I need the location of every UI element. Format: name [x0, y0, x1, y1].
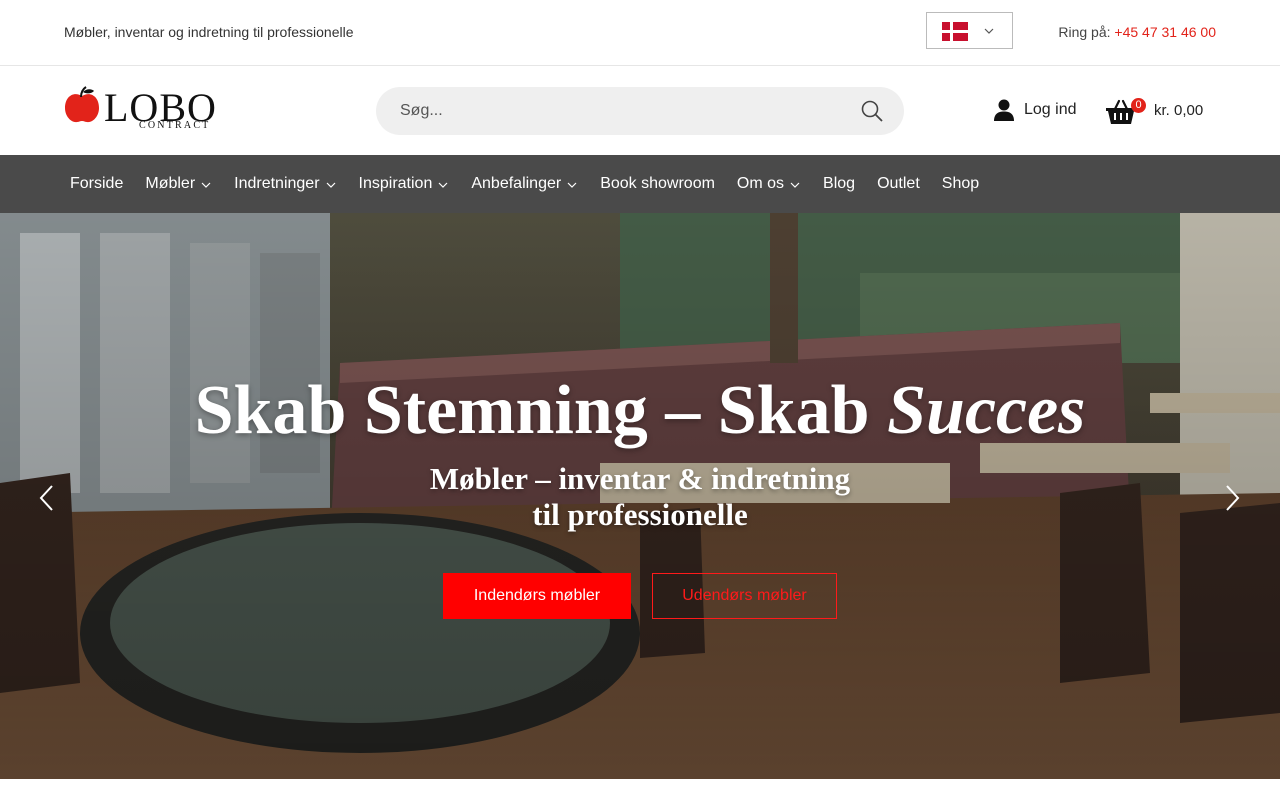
phone-label: Ring på: — [1058, 24, 1111, 40]
nav-item-label: Book showroom — [600, 175, 715, 192]
language-selector[interactable] — [926, 12, 1013, 49]
nav-item-label: Indretninger — [234, 175, 320, 192]
cart-count-badge: 0 — [1131, 98, 1146, 113]
apple-logo-icon — [65, 86, 99, 123]
nav-item-forside[interactable]: Forside — [70, 175, 123, 193]
nav-item-label: Forside — [70, 175, 124, 192]
nav-item-label: Møbler — [145, 175, 196, 192]
chevron-down-icon — [438, 182, 448, 188]
nav-item-label: Anbefalinger — [471, 175, 562, 192]
nav-item-om-os[interactable]: Om os — [737, 175, 801, 193]
nav-item-label: Shop — [941, 175, 980, 192]
logo-subtitle: CONTRACT — [139, 120, 211, 131]
outdoor-furniture-button[interactable]: Udendørs møbler — [652, 573, 837, 619]
nav-item-outlet[interactable]: Outlet — [877, 175, 920, 193]
chevron-down-icon — [567, 182, 577, 188]
nav-item-inspiration[interactable]: Inspiration — [359, 175, 450, 193]
chevron-down-icon — [790, 182, 800, 188]
cart-button[interactable]: 0 kr. 0,00 — [1106, 97, 1216, 127]
nav-item-label: Om os — [736, 175, 785, 192]
hero-title-main: Skab Stemning – Skab — [194, 372, 888, 449]
hero-slider: Skab Stemning – Skab Succes Møbler – inv… — [0, 213, 1280, 779]
nav-item-shop[interactable]: Shop — [942, 175, 979, 193]
nav-item-blog[interactable]: Blog — [823, 175, 855, 193]
hero-title-emphasis: Succes — [887, 372, 1086, 449]
top-bar: Møbler, inventar og indretning til profe… — [0, 0, 1280, 66]
nav-item-label: Inspiration — [358, 175, 433, 192]
arrow-right-icon[interactable] — [1222, 483, 1242, 513]
user-icon — [994, 99, 1014, 121]
arrow-left-icon[interactable] — [37, 483, 57, 513]
cart-amount: kr. 0,00 — [1154, 102, 1204, 119]
chevron-down-icon — [326, 182, 335, 188]
phone-link[interactable]: +45 47 31 46 00 — [1114, 24, 1216, 40]
search-icon[interactable] — [860, 99, 884, 123]
search-input[interactable] — [400, 87, 840, 135]
chevron-down-icon — [201, 182, 211, 188]
main-nav: Forside Møbler Indretninger Inspiration … — [0, 155, 1280, 213]
hero-subtitle-line-1: Møbler – inventar & indretning — [429, 461, 851, 496]
danish-flag-icon — [942, 22, 968, 41]
chevron-down-icon — [984, 28, 994, 34]
nav-item-mobler[interactable]: Møbler — [145, 175, 212, 193]
nav-item-label: Outlet — [877, 175, 920, 192]
phone-info: Ring på: +45 47 31 46 00 — [1058, 24, 1216, 40]
hero-subtitle: Møbler – inventar & indretning til profe… — [340, 461, 940, 533]
logo[interactable]: LOBO CONTRACT — [64, 86, 224, 136]
hero-subtitle-line-2: til professionelle — [532, 497, 748, 532]
nav-item-indretninger[interactable]: Indretninger — [234, 175, 336, 193]
nav-item-label: Blog — [823, 175, 856, 192]
login-link[interactable]: Log ind — [994, 99, 1077, 121]
hero-title: Skab Stemning – Skab Succes — [0, 373, 1280, 449]
header: LOBO CONTRACT Log ind 0 kr. 0,00 — [0, 67, 1280, 155]
search-bar — [376, 87, 904, 135]
indoor-furniture-button[interactable]: Indendørs møbler — [443, 573, 631, 619]
login-label: Log ind — [1024, 101, 1077, 118]
tagline: Møbler, inventar og indretning til profe… — [64, 24, 354, 40]
nav-item-book-showroom[interactable]: Book showroom — [600, 175, 715, 193]
nav-item-anbefalinger[interactable]: Anbefalinger — [471, 175, 578, 193]
